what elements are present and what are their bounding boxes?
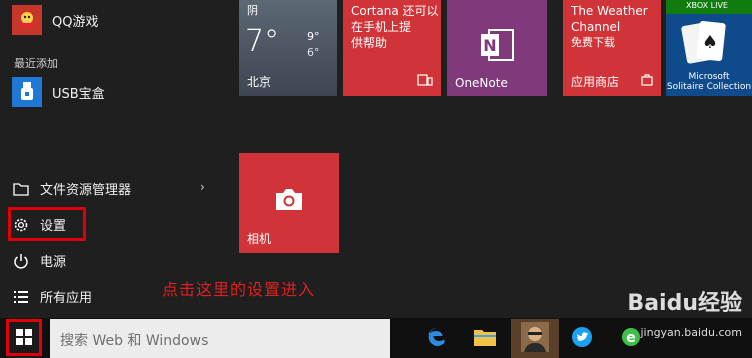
usb-box-icon — [12, 77, 42, 107]
menu-item-label: 文件资源管理器 — [40, 183, 132, 198]
solitaire-line1: Microsoft — [688, 72, 730, 82]
menu-item-label: 所有应用 — [40, 291, 93, 306]
menu-item-power[interactable]: 电源 — [12, 251, 66, 270]
bird-icon — [571, 326, 593, 352]
playing-cards-icon: ♠ — [680, 20, 740, 70]
svg-text:♠: ♠ — [702, 32, 718, 53]
store-line3: 免费下载 — [571, 36, 615, 49]
menu-item-all-apps[interactable]: 所有应用 — [12, 287, 92, 306]
qq-game-icon — [12, 5, 42, 35]
cortana-line1: Cortana 还可以 — [351, 4, 439, 18]
edge-taskbar-button[interactable] — [418, 319, 456, 358]
store-promo-text: The Weather Channel 免费下载 — [571, 3, 648, 51]
recently-added-header: 最近添加 — [14, 57, 58, 70]
search-box[interactable]: 搜索 Web 和 Windows — [50, 319, 390, 358]
watermark-url: jingyan.baidu.com — [640, 326, 742, 339]
ie-icon: e — [620, 326, 642, 352]
app-item-label: QQ游戏 — [52, 14, 99, 30]
weather-low: 6° — [307, 46, 320, 59]
tile-camera[interactable]: 相机 — [239, 153, 339, 253]
twitter-taskbar-button[interactable] — [563, 319, 601, 358]
weather-city: 北京 — [247, 75, 272, 89]
onenote-label: OneNote — [455, 76, 508, 90]
cortana-line2: 在手机上提 — [351, 20, 412, 34]
store-line2: Channel — [571, 20, 621, 34]
tile-weather-channel-store[interactable]: The Weather Channel 免费下载 应用商店 — [563, 0, 661, 96]
menu-item-file-explorer[interactable]: 文件资源管理器 — [12, 179, 131, 198]
xbox-live-badge: XBOX LIVE — [686, 1, 728, 10]
start-menu-left-panel: QQ游戏 最近添加 USB宝盒 文件资源管理器 › 设置 电源 所有应用 — [0, 0, 230, 318]
store-line1: The Weather — [571, 4, 648, 18]
xbox-live-bar: XBOX LIVE — [666, 0, 752, 14]
baidu-jingyan-watermark: Baidu经验 — [627, 291, 742, 316]
solitaire-title: Microsoft Solitaire Collection — [666, 72, 752, 92]
svg-text:e: e — [626, 330, 636, 346]
settings-highlight-box — [8, 207, 86, 241]
camera-label: 相机 — [247, 232, 272, 246]
list-icon — [12, 288, 30, 306]
store-bag-icon — [641, 71, 653, 90]
photo-app-taskbar-button[interactable] — [511, 319, 559, 358]
cortana-text: Cortana 还可以 在手机上提 供帮助 — [351, 3, 439, 51]
store-label: 应用商店 — [571, 75, 620, 89]
svg-text:N: N — [483, 36, 496, 55]
tile-cortana[interactable]: Cortana 还可以 在手机上提 供帮助 — [343, 0, 441, 96]
start-button-highlight-box — [6, 319, 42, 356]
tile-solitaire[interactable]: XBOX LIVE ♠ Microsoft Solitaire Collecti… — [666, 0, 752, 96]
weather-temp: 7° — [245, 24, 280, 59]
instruction-annotation: 点击这里的设置进入 — [162, 280, 316, 299]
app-item-qq-game[interactable]: QQ游戏 — [12, 5, 98, 35]
menu-item-label: 电源 — [40, 255, 67, 270]
chevron-right-icon[interactable]: › — [200, 180, 205, 194]
folder-icon — [12, 180, 30, 198]
app-item-usb-box[interactable]: USB宝盒 — [12, 77, 105, 107]
person-photo-icon — [521, 321, 549, 356]
search-placeholder: 搜索 Web 和 Windows — [60, 333, 209, 349]
folder-icon — [473, 327, 497, 351]
app-item-label: USB宝盒 — [52, 86, 105, 102]
weather-condition: 阴 — [247, 4, 258, 17]
phone-icon — [417, 71, 433, 90]
onenote-icon: N — [479, 28, 515, 66]
solitaire-line2: Solitaire Collection — [666, 82, 752, 92]
weather-high: 9° — [307, 30, 320, 43]
cortana-line3: 供帮助 — [351, 36, 388, 50]
edge-icon — [426, 326, 448, 352]
camera-icon — [273, 187, 305, 217]
tile-onenote[interactable]: N OneNote — [447, 0, 547, 96]
file-explorer-taskbar-button[interactable] — [466, 319, 504, 358]
power-icon — [12, 252, 30, 270]
tile-weather[interactable]: 阴 7° 9° 6° 北京 — [239, 0, 337, 96]
